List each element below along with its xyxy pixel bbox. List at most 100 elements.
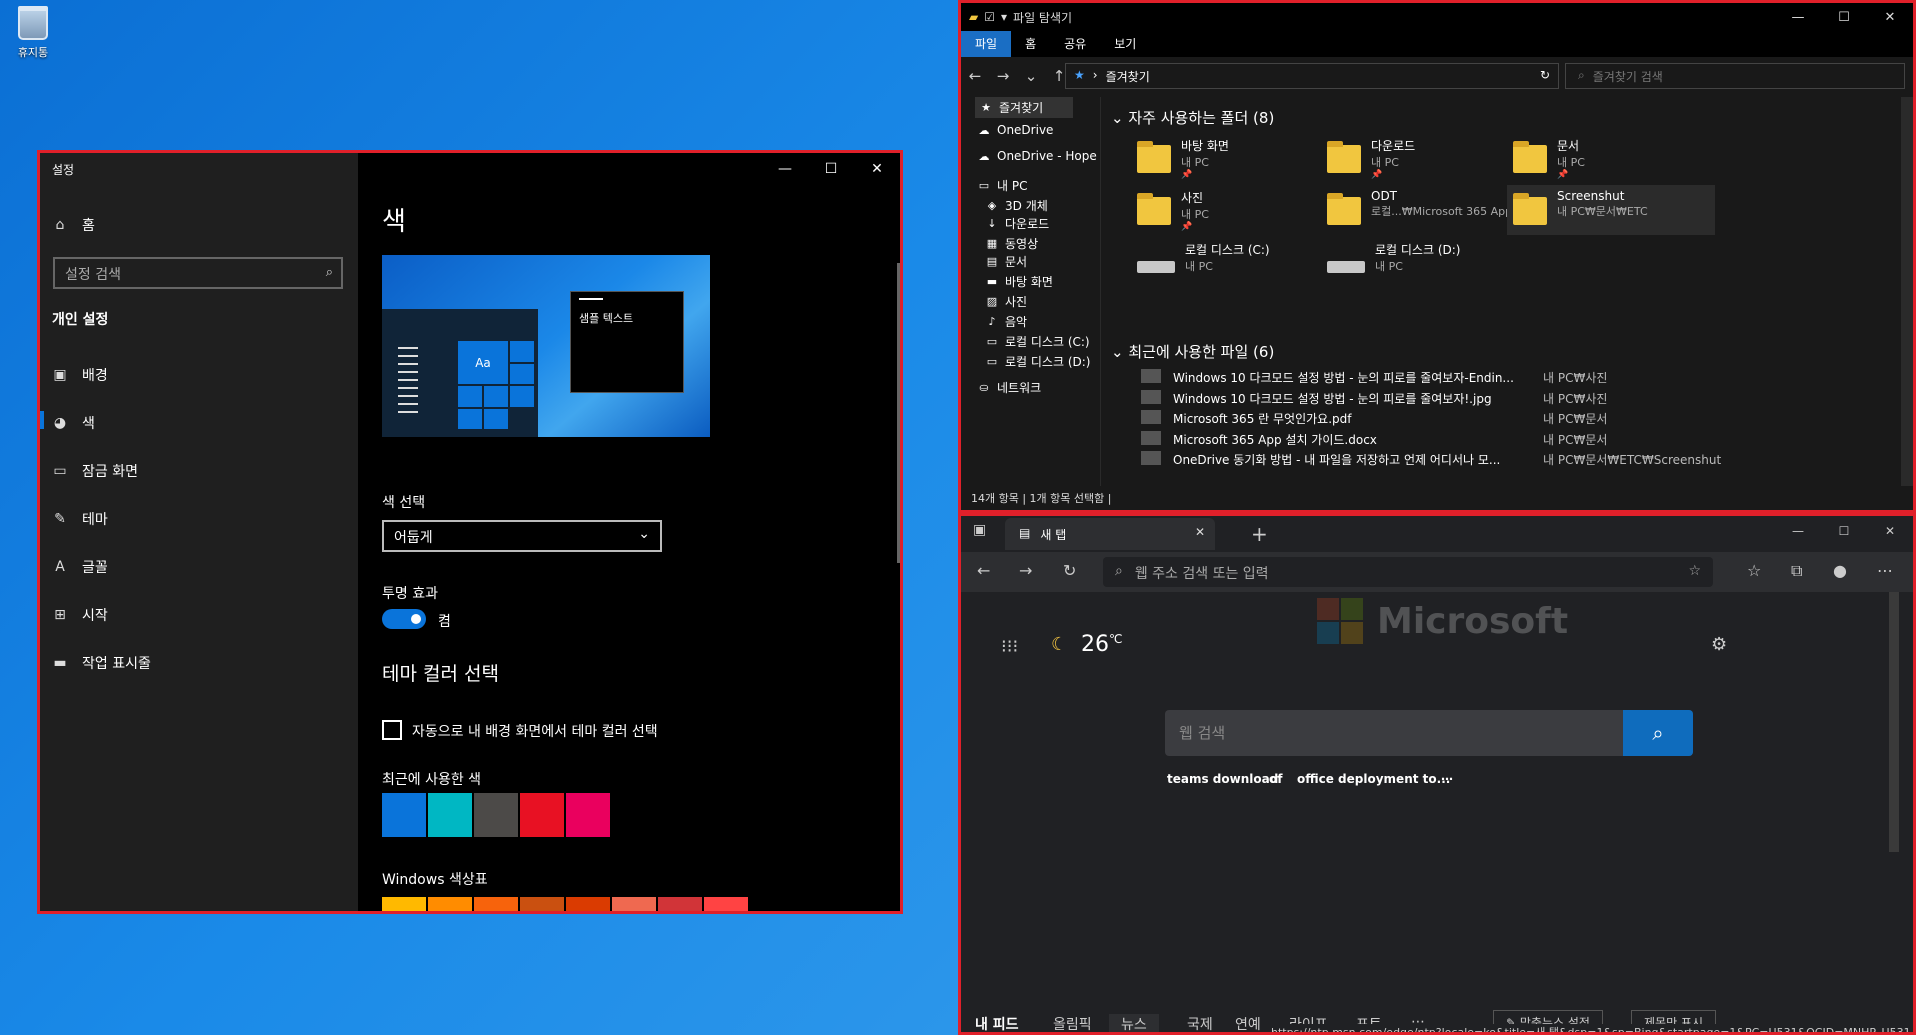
address-input[interactable]: ★ › 즐겨찾기 ↻ [1065, 63, 1559, 89]
explorer-search-input[interactable]: ⌕ 즐겨찾기 검색 [1565, 63, 1905, 89]
maximize-icon[interactable]: ☐ [1821, 516, 1867, 546]
palette-swatch[interactable] [382, 897, 426, 911]
suggestion-link[interactable]: of [1269, 772, 1282, 786]
address-input[interactable]: ⌕ 웹 주소 검색 또는 입력 ☆ [1103, 557, 1713, 587]
more-icon[interactable]: ⋯ [1877, 561, 1893, 580]
nav-item-network[interactable]: ⛀ 네트워크 [977, 379, 1041, 396]
forward-icon[interactable]: → [989, 67, 1017, 85]
nav-item-onedrive[interactable]: ☁ OneDrive [977, 123, 1054, 137]
forward-icon[interactable]: → [1019, 561, 1032, 580]
palette-swatch[interactable] [566, 897, 610, 911]
refresh-icon[interactable]: ↻ [1540, 68, 1550, 84]
tab-home[interactable]: 홈 [1011, 31, 1050, 57]
scrollbar[interactable] [1889, 592, 1899, 852]
palette-swatch[interactable] [428, 897, 472, 911]
scrollbar[interactable] [1901, 97, 1913, 487]
recent-color-swatch[interactable] [474, 793, 518, 837]
recent-file-row[interactable]: Microsoft 365 란 무엇인가요.pdf 내 PC₩문서 [1141, 410, 1913, 427]
settings-search-input[interactable]: 설정 검색 ⌕ [53, 257, 343, 289]
nav-item-pictures[interactable]: ▨ 사진 [985, 293, 1027, 310]
feed-tab[interactable]: 뉴스 [1109, 1014, 1159, 1032]
feed-tab[interactable]: 올림픽 [1053, 1014, 1092, 1032]
refresh-icon[interactable]: ↻ [1063, 561, 1076, 580]
palette-swatch[interactable] [658, 897, 702, 911]
gear-icon[interactable]: ⚙ [1711, 634, 1727, 655]
nav-background[interactable]: ▣ 배경 [52, 365, 107, 385]
palette-swatch[interactable] [704, 897, 748, 911]
recent-color-swatch[interactable] [428, 793, 472, 837]
recycle-bin-icon[interactable]: 휴지통 [8, 6, 58, 60]
add-favorite-icon[interactable]: ☆ [1688, 563, 1701, 581]
palette-swatch[interactable] [520, 897, 564, 911]
nav-item-documents[interactable]: ▤ 문서 [985, 253, 1027, 270]
recent-heading[interactable]: ⌄ 최근에 사용한 파일 (6) [1111, 341, 1274, 362]
nav-colors[interactable]: ◕ 색 [52, 413, 95, 433]
feed-tab[interactable]: 국제 [1187, 1014, 1213, 1032]
feed-tab[interactable]: 연예 [1235, 1014, 1261, 1032]
recent-locations-icon[interactable]: ⌄ [1017, 67, 1045, 85]
frequent-heading[interactable]: ⌄ 자주 사용하는 폴더 (8) [1111, 107, 1274, 128]
more-suggestions-icon[interactable]: ⋯ [1441, 772, 1453, 786]
palette-swatch[interactable] [612, 897, 656, 911]
close-icon[interactable]: ✕ [1867, 516, 1913, 546]
nav-home[interactable]: ⌂ 홈 [52, 215, 95, 235]
folder-tile[interactable]: ODT 로컬...₩Microsoft 365 App [1321, 185, 1529, 235]
color-choice-dropdown[interactable]: 어둡게 ⌄ [382, 520, 662, 552]
profile-avatar[interactable]: ● [1833, 561, 1847, 580]
recent-file-row[interactable]: Windows 10 다크모드 설정 방법 - 눈의 피로를 줄여보자-Endi… [1141, 369, 1913, 386]
nav-item-music[interactable]: ♪ 음악 [985, 313, 1027, 330]
nav-item-videos[interactable]: ▦ 동영상 [985, 235, 1038, 252]
nav-item-quick-access[interactable]: ★ 즐겨찾기 [975, 97, 1074, 118]
nav-item-onedrive-hope[interactable]: ☁ OneDrive - Hope [977, 149, 1097, 163]
back-icon[interactable]: ← [977, 561, 990, 580]
nav-fonts[interactable]: A 글꼴 [52, 557, 108, 577]
recent-color-swatch[interactable] [382, 793, 426, 837]
nav-themes[interactable]: ✎ 테마 [52, 509, 108, 529]
nav-item-3d-objects[interactable]: ◈ 3D 개체 [985, 197, 1048, 214]
folder-tile[interactable]: 사진 내 PC 📌 [1131, 185, 1339, 235]
close-icon[interactable]: ✕ [1867, 3, 1913, 31]
tab-actions-icon[interactable]: ▣ [973, 522, 986, 538]
nav-item-this-pc[interactable]: ▭ 내 PC [977, 177, 1028, 194]
back-icon[interactable]: ← [961, 67, 989, 85]
folder-tile[interactable]: 문서 내 PC 📌 [1507, 133, 1715, 183]
recent-color-swatch[interactable] [566, 793, 610, 837]
minimize-icon[interactable]: — [1775, 516, 1821, 546]
folder-tile[interactable]: 로컬 디스크 (C:) 내 PC [1131, 237, 1339, 287]
tab-share[interactable]: 공유 [1050, 31, 1100, 57]
favorites-icon[interactable]: ☆ [1747, 561, 1761, 580]
scrollbar[interactable] [897, 263, 900, 563]
feed-tab[interactable]: 내 피드 [975, 1014, 1019, 1032]
palette-swatch[interactable] [474, 897, 518, 911]
auto-accent-checkbox[interactable] [382, 720, 402, 740]
quick-access-icon[interactable]: ☑ [984, 10, 995, 24]
folder-tile[interactable]: 바탕 화면 내 PC 📌 [1131, 133, 1339, 183]
nav-item-local-disk-d[interactable]: ▭ 로컬 디스크 (D:) [985, 353, 1091, 370]
nav-taskbar[interactable]: ▬ 작업 표시줄 [52, 653, 150, 673]
folder-tile[interactable]: 로컬 디스크 (D:) 내 PC [1321, 237, 1529, 287]
suggestion-link[interactable]: office deployment to... [1297, 772, 1450, 786]
minimize-icon[interactable]: — [1775, 3, 1821, 31]
apps-launcher-icon[interactable]: ⁝⁝⁝ [1001, 636, 1018, 657]
transparency-toggle[interactable] [382, 609, 426, 629]
weather-temp[interactable]: 26℃ [1081, 632, 1122, 657]
nav-item-desktop[interactable]: ▬ 바탕 화면 [985, 273, 1053, 290]
folder-tile[interactable]: 다운로드 내 PC 📌 [1321, 133, 1529, 183]
nav-lock-screen[interactable]: ▭ 잠금 화면 [52, 461, 138, 481]
close-tab-icon[interactable]: ✕ [1195, 525, 1205, 539]
recent-file-row[interactable]: OneDrive 동기화 방법 - 내 파일을 저장하고 언제 어디서나 모..… [1141, 451, 1913, 468]
new-tab-icon[interactable]: + [1251, 522, 1268, 546]
tab-new-tab[interactable]: ▤ 새 탭 ✕ [1005, 518, 1215, 550]
folder-tile[interactable]: Screenshut 내 PC₩문서₩ETC [1507, 185, 1715, 235]
tab-file[interactable]: 파일 [961, 31, 1012, 57]
collections-icon[interactable]: ⧉ [1791, 561, 1802, 581]
chevron-down-icon[interactable]: ▾ [1001, 10, 1007, 24]
recent-color-swatch[interactable] [520, 793, 564, 837]
nav-item-downloads[interactable]: ↓ 다운로드 [985, 215, 1049, 232]
recent-file-row[interactable]: Microsoft 365 App 설치 가이드.docx 내 PC₩문서 [1141, 430, 1913, 448]
web-search-input[interactable]: 웹 검색 ⌕ [1165, 710, 1693, 756]
suggestion-link[interactable]: teams download [1167, 772, 1278, 786]
nav-item-local-disk-c[interactable]: ▭ 로컬 디스크 (C:) [985, 333, 1090, 350]
nav-start[interactable]: ⊞ 시작 [52, 605, 108, 625]
tab-view[interactable]: 보기 [1100, 31, 1150, 57]
